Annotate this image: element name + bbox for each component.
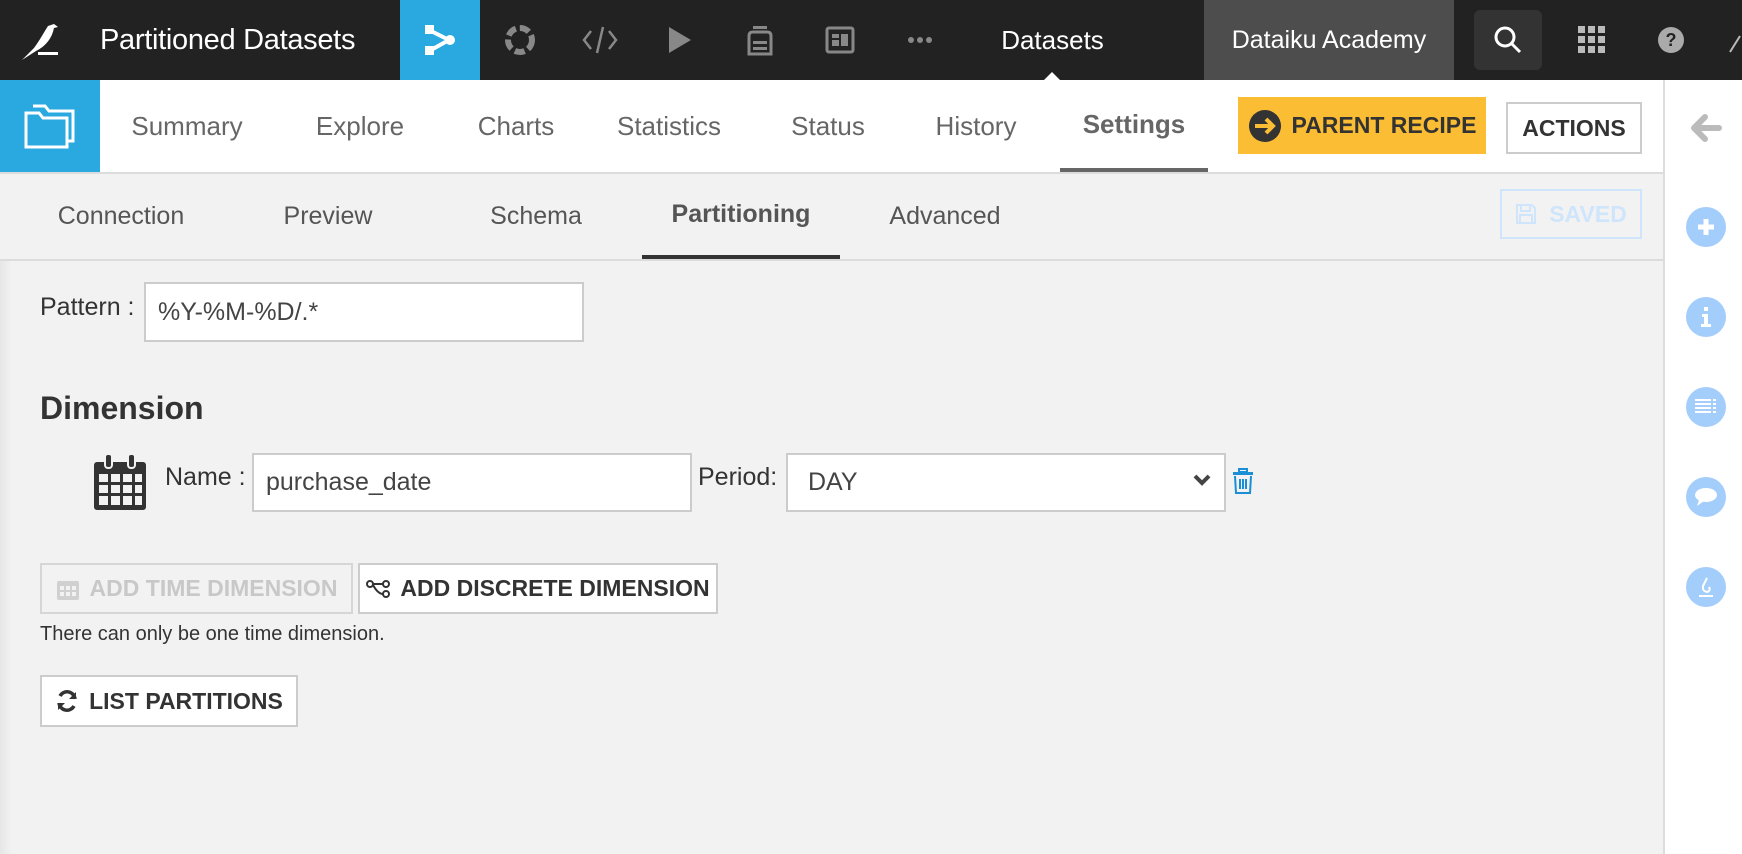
dataiku-bird-logo-icon[interactable] bbox=[18, 18, 62, 62]
chevron-down-icon bbox=[1193, 474, 1211, 486]
flow-icon[interactable] bbox=[400, 0, 480, 80]
add-icon[interactable] bbox=[1686, 207, 1726, 247]
project-title[interactable]: Partitioned Datasets bbox=[100, 0, 355, 80]
more-icon[interactable] bbox=[880, 0, 960, 80]
search-button[interactable] bbox=[1474, 10, 1542, 70]
add-discrete-dimension-button[interactable]: ADD DISCRETE DIMENSION bbox=[358, 563, 718, 614]
help-button[interactable]: ? bbox=[1651, 20, 1691, 60]
period-select[interactable]: DAY bbox=[786, 453, 1226, 512]
user-menu-partial-icon[interactable] bbox=[1728, 24, 1742, 56]
dataset-object-bar: Summary Explore Charts Statistics Status… bbox=[0, 80, 1663, 174]
dimension-name-input[interactable]: purchase_date bbox=[252, 453, 692, 512]
arrow-circle-right-icon bbox=[1248, 109, 1281, 142]
jobs-run-icon[interactable] bbox=[640, 0, 720, 80]
search-icon bbox=[1494, 26, 1522, 54]
pattern-input[interactable]: %Y-%M-%D/.* bbox=[144, 282, 584, 342]
help-icon: ? bbox=[1658, 27, 1684, 53]
subtab-schema[interactable]: Schema bbox=[476, 174, 596, 259]
svg-text:?: ? bbox=[1666, 30, 1677, 50]
dimension-name-value: purchase_date bbox=[266, 468, 432, 496]
calendar-icon bbox=[92, 452, 148, 512]
datasets-nav-link[interactable]: Datasets bbox=[980, 0, 1125, 80]
subtab-preview[interactable]: Preview bbox=[270, 174, 386, 259]
left-edge-shadow bbox=[0, 261, 12, 854]
settings-sub-tabs: Connection Preview Schema Partitioning A… bbox=[0, 174, 1663, 261]
subtab-advanced[interactable]: Advanced bbox=[880, 174, 1010, 259]
dashboard-icon[interactable] bbox=[800, 0, 880, 80]
add-discrete-dimension-label: ADD DISCRETE DIMENSION bbox=[400, 575, 710, 601]
dataset-folder-icon bbox=[24, 104, 75, 149]
back-arrow-icon[interactable] bbox=[1687, 110, 1723, 146]
datasets-nav-label: Datasets bbox=[1001, 25, 1104, 55]
tab-summary[interactable]: Summary bbox=[122, 80, 252, 172]
subtab-connection[interactable]: Connection bbox=[40, 174, 202, 259]
instance-name-button[interactable]: Dataiku Academy bbox=[1204, 0, 1454, 80]
pattern-label: Pattern : bbox=[40, 293, 135, 321]
saved-button: SAVED bbox=[1500, 189, 1642, 239]
tab-explore[interactable]: Explore bbox=[308, 80, 412, 172]
parent-recipe-button[interactable]: PARENT RECIPE bbox=[1238, 97, 1486, 154]
dimension-name-label: Name : bbox=[165, 463, 246, 491]
right-sidebar bbox=[1663, 80, 1742, 854]
actions-button[interactable]: ACTIONS bbox=[1506, 102, 1642, 154]
add-time-dimension-button: ADD TIME DIMENSION bbox=[40, 563, 353, 614]
apps-grid-button[interactable] bbox=[1572, 20, 1612, 60]
pattern-value: %Y-%M-%D/.* bbox=[158, 297, 319, 326]
lab-icon[interactable] bbox=[480, 0, 560, 80]
list-partitions-button[interactable]: LIST PARTITIONS bbox=[40, 675, 298, 727]
code-icon[interactable] bbox=[560, 0, 640, 80]
deploy-stack-icon[interactable] bbox=[720, 0, 800, 80]
top-navigation-bar: Partitioned Datasets Datasets Dataiku Ac… bbox=[0, 0, 1742, 80]
calendar-icon bbox=[56, 580, 79, 600]
tab-history[interactable]: History bbox=[926, 80, 1026, 172]
dataset-type-icon-box[interactable] bbox=[0, 80, 100, 172]
active-caret-icon bbox=[1044, 72, 1060, 80]
period-value: DAY bbox=[808, 468, 858, 496]
save-floppy-icon bbox=[1516, 204, 1537, 224]
subtab-partitioning[interactable]: Partitioning bbox=[642, 174, 840, 259]
lab-microscope-icon[interactable] bbox=[1686, 567, 1726, 607]
period-label: Period: bbox=[698, 463, 778, 491]
time-dimension-note: There can only be one time dimension. bbox=[40, 623, 385, 645]
list-partitions-label: LIST PARTITIONS bbox=[89, 687, 283, 714]
discussion-icon[interactable] bbox=[1686, 477, 1726, 517]
delete-dimension-trash-icon[interactable] bbox=[1232, 468, 1254, 494]
discrete-branch-icon bbox=[366, 579, 391, 598]
tab-charts[interactable]: Charts bbox=[464, 80, 568, 172]
saved-label: SAVED bbox=[1549, 200, 1627, 227]
tab-status[interactable]: Status bbox=[782, 80, 874, 172]
tab-settings[interactable]: Settings bbox=[1060, 80, 1208, 172]
add-time-dimension-label: ADD TIME DIMENSION bbox=[89, 575, 338, 601]
apps-grid-icon bbox=[1578, 26, 1605, 53]
dimension-heading: Dimension bbox=[40, 390, 204, 426]
tab-statistics[interactable]: Statistics bbox=[608, 80, 730, 172]
parent-recipe-label: PARENT RECIPE bbox=[1291, 112, 1477, 138]
refresh-icon bbox=[57, 690, 77, 712]
info-icon[interactable] bbox=[1686, 297, 1726, 337]
schema-list-icon[interactable] bbox=[1686, 387, 1726, 427]
